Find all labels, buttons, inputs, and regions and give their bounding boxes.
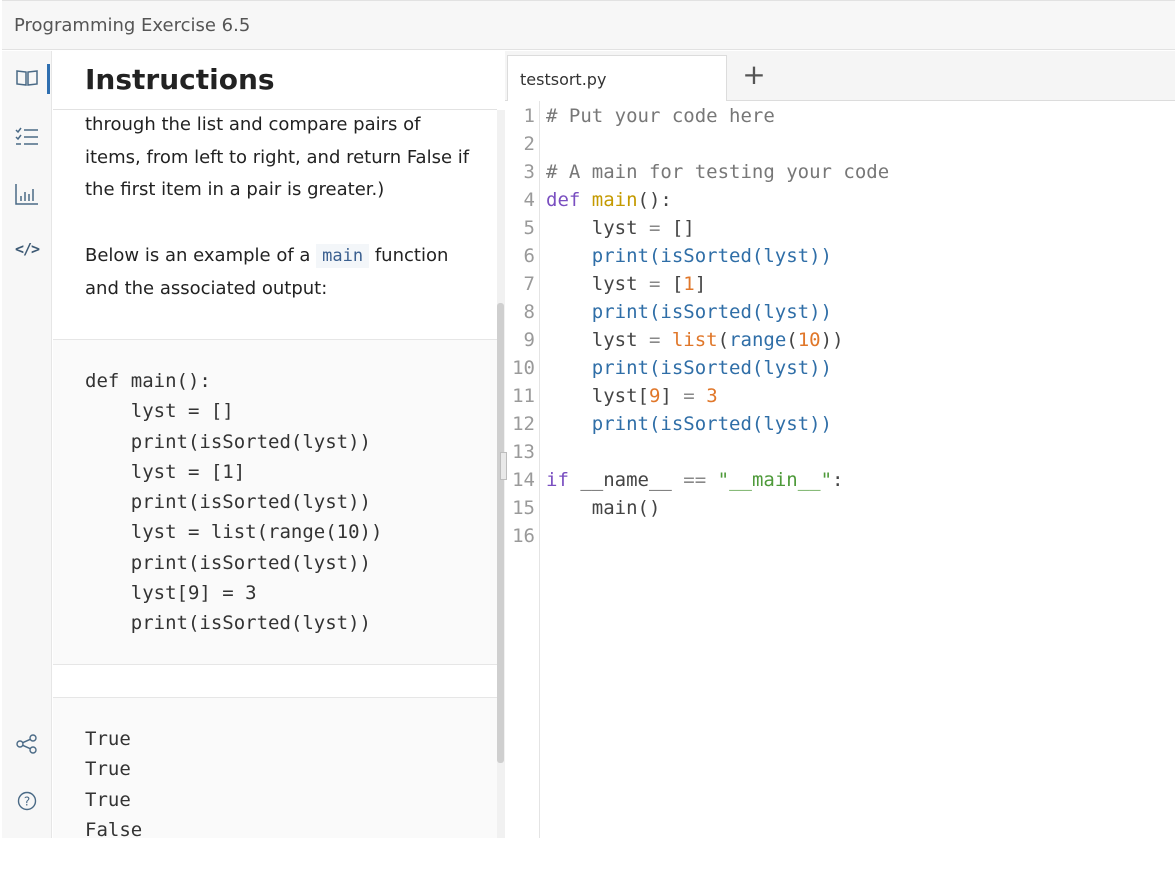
code-line[interactable]: 1 # Put your code here xyxy=(505,102,1175,130)
code-line[interactable]: 4 def main(): xyxy=(505,186,1175,214)
window-title: Programming Exercise 6.5 xyxy=(14,15,251,36)
line-number: 13 xyxy=(512,441,535,463)
example-code-block: def main(): lyst = [] print(isSorted(lys… xyxy=(53,339,497,665)
line-number: 15 xyxy=(512,497,535,519)
line-number: 2 xyxy=(523,133,535,155)
inline-text: Below is an example of a xyxy=(85,245,317,266)
line-number: 4 xyxy=(523,189,535,211)
tab-testsort-py[interactable]: testsort.py xyxy=(507,55,727,101)
code-text: if __name__ == "__main__": xyxy=(546,469,844,491)
app-window: Programming Exercise 6.5 </> ? Instructi… xyxy=(0,0,1175,838)
code-line[interactable]: 8 print(isSorted(lyst)) xyxy=(505,298,1175,326)
code-line[interactable]: 15 main() xyxy=(505,494,1175,522)
instructions-line: through the list and compare pairs of xyxy=(85,114,421,135)
line-number: 8 xyxy=(523,301,535,323)
code-line[interactable]: 6 print(isSorted(lyst)) xyxy=(505,242,1175,270)
code-icon[interactable]: </> xyxy=(2,232,52,266)
line-number: 5 xyxy=(523,217,535,239)
line-number: 1 xyxy=(523,105,535,127)
title-bar: Programming Exercise 6.5 xyxy=(2,0,1175,50)
code-line[interactable]: 14 if __name__ == "__main__": xyxy=(505,466,1175,494)
code-line[interactable]: 11 lyst[9] = 3 xyxy=(505,382,1175,410)
inline-text: function xyxy=(369,245,449,266)
instructions-line: the first item in a pair is greater.) xyxy=(85,179,385,200)
tab-label: testsort.py xyxy=(520,70,607,89)
code-text: print(isSorted(lyst)) xyxy=(591,301,832,323)
add-tab-button[interactable]: + xyxy=(737,57,771,91)
editor-tab-bar: testsort.py + xyxy=(505,51,1175,101)
code-text: lyst[9] = 3 xyxy=(546,385,718,407)
code-text: main() xyxy=(546,497,661,519)
example-output-block: True True True False xyxy=(53,697,497,838)
code-text: def main(): xyxy=(546,189,672,211)
code-line[interactable]: 13 xyxy=(505,438,1175,466)
code-icon-glyph: </> xyxy=(14,240,40,258)
checklist-icon[interactable] xyxy=(2,119,52,153)
line-number: 16 xyxy=(512,525,535,547)
code-line[interactable]: 2 xyxy=(505,130,1175,158)
line-number: 3 xyxy=(523,161,535,183)
example-output: True True True False xyxy=(85,728,143,838)
line-number: 12 xyxy=(512,413,535,435)
code-text: lyst = [1] xyxy=(546,273,707,295)
code-text: # Put your code here xyxy=(546,105,775,127)
instructions-text: through the list and compare pairs of it… xyxy=(85,109,475,207)
code-editor[interactable]: testsort.py + 1 # Put your code here 2 3 #… xyxy=(505,51,1175,838)
help-icon-glyph: ? xyxy=(24,795,30,809)
instructions-line: and the associated output: xyxy=(85,277,328,299)
code-line[interactable]: 12 print(isSorted(lyst)) xyxy=(505,410,1175,438)
inline-code-main: main xyxy=(316,244,370,268)
instructions-scrollbar-thumb[interactable] xyxy=(497,303,504,763)
code-line[interactable]: 10 print(isSorted(lyst)) xyxy=(505,354,1175,382)
code-line[interactable]: 3 # A main for testing your code xyxy=(505,158,1175,186)
instructions-heading: Instructions xyxy=(85,63,275,96)
line-number: 9 xyxy=(523,329,535,351)
line-number: 11 xyxy=(512,385,535,407)
code-line[interactable]: 5 lyst = [] xyxy=(505,214,1175,242)
line-number: 10 xyxy=(512,357,535,379)
share-icon[interactable] xyxy=(2,727,52,761)
instructions-line: items, from left to right, and return Fa… xyxy=(85,146,470,168)
code-text: print(isSorted(lyst)) xyxy=(591,245,832,267)
instructions-panel: Instructions through the list and compar… xyxy=(53,51,497,838)
code-line[interactable]: 16 xyxy=(505,522,1175,550)
instructions-header: Instructions xyxy=(53,51,497,110)
code-text: lyst = [] xyxy=(546,217,695,239)
instructions-line: Below is an example of a main function xyxy=(85,240,475,273)
code-line[interactable]: 9 lyst = list(range(10)) xyxy=(505,326,1175,354)
code-text: # A main for testing your code xyxy=(546,161,890,183)
line-number: 14 xyxy=(512,469,535,491)
bar-chart-icon[interactable] xyxy=(2,177,52,211)
code-text: print(isSorted(lyst)) xyxy=(591,413,832,435)
line-number: 7 xyxy=(523,273,535,295)
sidebar-rail: </> ? xyxy=(2,51,52,838)
line-number: 6 xyxy=(523,245,535,267)
book-icon[interactable] xyxy=(2,61,52,95)
code-text: print(isSorted(lyst)) xyxy=(591,357,832,379)
code-text: lyst = list(range(10)) xyxy=(546,329,844,351)
instructions-text-2: Below is an example of a main function a… xyxy=(85,240,475,305)
code-line[interactable]: 7 lyst = [1] xyxy=(505,270,1175,298)
example-code: def main(): lyst = [] print(isSorted(lys… xyxy=(85,370,383,635)
help-icon[interactable]: ? xyxy=(2,784,52,818)
pane-resize-handle[interactable] xyxy=(500,452,507,480)
